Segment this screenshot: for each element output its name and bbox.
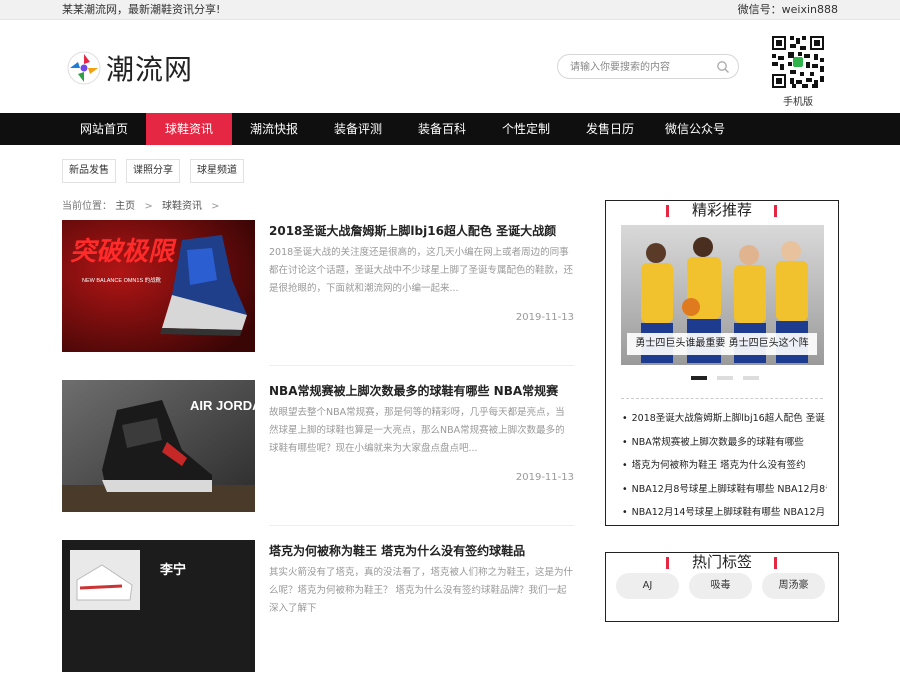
article-title[interactable]: 2018圣诞大战詹姆斯上脚lbj16超人配色 圣诞大战颜 bbox=[269, 222, 556, 239]
search-icon[interactable] bbox=[716, 60, 730, 74]
recommend-slider[interactable]: 勇士四巨头谁最重要 勇士四巨头这个阵 bbox=[621, 225, 824, 365]
hot-tag[interactable]: AJ bbox=[616, 573, 679, 599]
recommend-title: 精彩推荐 bbox=[691, 201, 752, 219]
slider-dots bbox=[691, 376, 759, 380]
nav-item[interactable]: 发售日历 bbox=[568, 113, 652, 145]
recommend-item[interactable]: NBA12月14号球星上脚球鞋有哪些 NBA12月 bbox=[622, 501, 827, 525]
article-item: 突破极限 NEW BALANCE OMN1S 的战靴 2018圣诞大战詹姆斯上脚… bbox=[62, 220, 574, 366]
site-logo[interactable]: 潮流网 bbox=[66, 48, 193, 88]
nav-item[interactable]: 装备评测 bbox=[316, 113, 400, 145]
recommend-item[interactable]: 2018圣诞大战詹姆斯上脚lbj16超人配色 圣诞 bbox=[622, 407, 827, 431]
search-box bbox=[557, 54, 739, 79]
breadcrumb: 当前位置： 主页 > 球鞋资讯 > bbox=[62, 197, 226, 212]
main-nav: 网站首页 球鞋资讯 潮流快报 装备评测 装备百科 个性定制 发售日历 微信公众号 bbox=[0, 113, 900, 145]
title-bar-right bbox=[774, 557, 777, 569]
article-summary: 其实火箭没有了塔克，真的没法看了，塔克被人们称之为鞋王，这是为什么呢？塔克为何被… bbox=[269, 567, 574, 614]
nav-item[interactable]: 网站首页 bbox=[62, 113, 146, 145]
recommend-item[interactable]: 塔克为何被称为鞋王 塔克为什么没有签约 bbox=[622, 454, 827, 478]
breadcrumb-separator: > bbox=[144, 201, 153, 212]
sub-category-tag[interactable]: 谍照分享 bbox=[126, 159, 180, 183]
breadcrumb-current-link[interactable]: 球鞋资讯 bbox=[162, 201, 202, 212]
slider-caption[interactable]: 勇士四巨头谁最重要 勇士四巨头这个阵 bbox=[627, 333, 817, 355]
slider-dot[interactable] bbox=[717, 376, 733, 380]
article-item: AIR JORDAN 4 NBA常规赛被上脚次数最多的球鞋有哪些 NBA常规赛 … bbox=[62, 380, 574, 526]
hot-tag[interactable]: 周汤豪 bbox=[762, 573, 825, 599]
site-slogan: 某某潮流网，最新潮鞋资讯分享! bbox=[62, 3, 221, 16]
nav-item[interactable]: 装备百科 bbox=[400, 113, 484, 145]
article-title[interactable]: 塔克为何被称为鞋王 塔克为什么没有签约球鞋品 bbox=[269, 542, 525, 559]
recommend-item[interactable]: NBA常规赛被上脚次数最多的球鞋有哪些 bbox=[622, 431, 827, 455]
breadcrumb-separator: > bbox=[211, 201, 220, 212]
qr-label: 手机版 bbox=[783, 97, 813, 108]
recommend-item[interactable]: NBA12月8号球星上脚球鞋有哪些 NBA12月8号 bbox=[622, 478, 827, 502]
hot-tags-box: 热门标签 AJ 吸毒 周汤豪 bbox=[605, 552, 839, 622]
thumb-subline: NEW BALANCE OMN1S 的战靴 bbox=[82, 276, 162, 284]
logo-icon bbox=[67, 51, 101, 85]
article-summary: 2018圣诞大战的关注度还是很高的，这几天小编在网上或者周边的同事都在讨论这个话… bbox=[269, 247, 574, 294]
hot-tags-list: AJ 吸毒 周汤豪 bbox=[616, 573, 825, 599]
sub-category-tag[interactable]: 球星频道 bbox=[190, 159, 244, 183]
logo-text: 潮流网 bbox=[106, 53, 194, 86]
recommend-list: 2018圣诞大战詹姆斯上脚lbj16超人配色 圣诞NBA常规赛被上脚次数最多的球… bbox=[622, 407, 827, 525]
thumb-headline: AIR JORDAN 4 bbox=[190, 398, 255, 413]
sub-category-tags: 新品发售 谍照分享 球星频道 bbox=[62, 159, 244, 183]
article-thumbnail[interactable]: AIR JORDAN 4 bbox=[62, 380, 255, 512]
article-thumbnail[interactable]: 李宁 bbox=[62, 540, 255, 672]
breadcrumb-label: 当前位置： bbox=[62, 201, 112, 212]
nav-item[interactable]: 个性定制 bbox=[484, 113, 568, 145]
article-title[interactable]: NBA常规赛被上脚次数最多的球鞋有哪些 NBA常规赛 bbox=[269, 382, 558, 399]
slider-dot-active[interactable] bbox=[691, 376, 707, 380]
hot-tags-title: 热门标签 bbox=[691, 553, 752, 571]
nav-item[interactable]: 球鞋资讯 bbox=[146, 113, 232, 145]
sub-category-tag[interactable]: 新品发售 bbox=[62, 159, 116, 183]
hot-tag[interactable]: 吸毒 bbox=[689, 573, 752, 599]
divider bbox=[269, 525, 574, 526]
search-input[interactable] bbox=[570, 59, 710, 75]
article-thumbnail[interactable]: 突破极限 NEW BALANCE OMN1S 的战靴 bbox=[62, 220, 255, 352]
article-date: 2019-11-13 bbox=[515, 312, 574, 323]
article-date: 2019-11-13 bbox=[515, 472, 574, 483]
qr-code-icon bbox=[770, 34, 826, 90]
slider-dot[interactable] bbox=[743, 376, 759, 380]
article-summary: 故眼望去整个NBA常规赛，那是何等的精彩呀，几乎每天都是亮点，当然球星上脚的球鞋… bbox=[269, 407, 565, 454]
breadcrumb-home-link[interactable]: 主页 bbox=[115, 201, 135, 212]
divider bbox=[621, 398, 823, 399]
thumb-headline: 李宁 bbox=[159, 562, 186, 577]
title-bar-right bbox=[774, 205, 777, 217]
recommend-box: 精彩推荐 勇士四巨头谁最重要 勇士四巨头这个阵 • 2018圣诞大战詹姆斯上脚l… bbox=[605, 200, 839, 526]
nav-item[interactable]: 潮流快报 bbox=[232, 113, 316, 145]
divider bbox=[269, 365, 574, 366]
wechat-id: 微信号：weixin888 bbox=[737, 3, 838, 16]
top-bar: 某某潮流网，最新潮鞋资讯分享! 微信号：weixin888 bbox=[0, 0, 900, 20]
thumb-headline: 突破极限 bbox=[70, 236, 177, 266]
nav-item[interactable]: 微信公众号 bbox=[652, 113, 738, 145]
article-item: 李宁 塔克为何被称为鞋王 塔克为什么没有签约球鞋品 其实火箭没有了塔克，真的没法… bbox=[62, 540, 574, 680]
